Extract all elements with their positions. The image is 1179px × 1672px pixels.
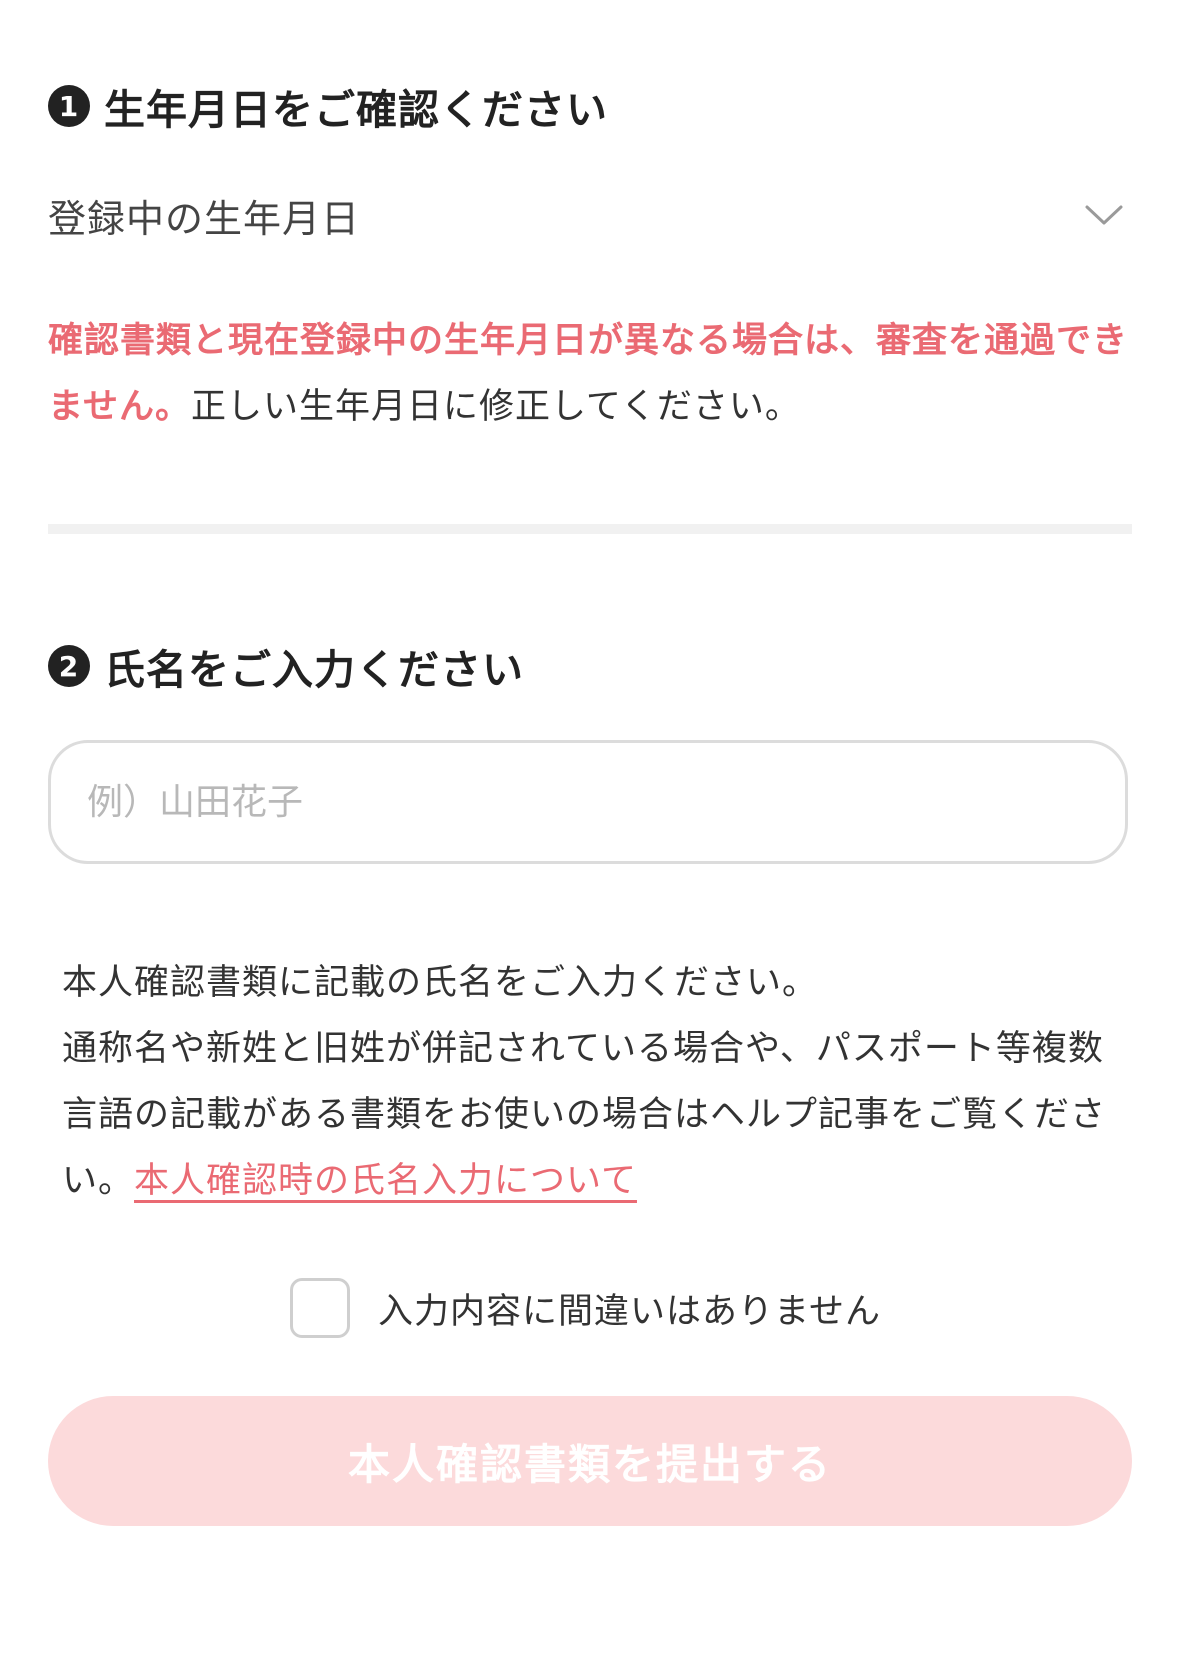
name-input-help-link[interactable]: 本人確認時の氏名入力について [134, 1161, 637, 1201]
name-help-detail: 通称名や新姓と旧姓が併記されている場合や、パスポート等複数言語の記載がある書類を… [62, 1016, 1122, 1214]
birthdate-dropdown-label: 登録中の生年月日 [48, 196, 361, 241]
section-title-birthdate: 1 生年月日をご確認ください [48, 76, 608, 136]
number-one-circle-icon: 1 [48, 85, 90, 127]
number-two-circle-icon: 2 [48, 645, 90, 687]
birthdate-warning-instruction: 正しい生年月日に修正してください。 [190, 387, 801, 427]
name-help-line: 本人確認書類に記載の氏名をご入力ください。 [62, 963, 819, 1003]
section-title-text: 生年月日をご確認ください [104, 86, 608, 134]
confirm-checkbox-row[interactable]: 入力内容に間違いはありません [290, 1278, 881, 1338]
id-verification-page: 1 生年月日をご確認ください 登録中の生年月日 確認書類と現在登録中の生年月日が… [0, 0, 1179, 1672]
name-help-text: 本人確認書類に記載の氏名をご入力ください。 通称名や新姓と旧姓が併記されている場… [62, 950, 1122, 1214]
section-divider [48, 524, 1132, 534]
section-title-name: 2 氏名をご入力ください [48, 636, 524, 696]
birthdate-warning: 確認書類と現在登録中の生年月日が異なる場合は、審査を通過できません。正しい生年月… [48, 308, 1138, 440]
confirm-checkbox[interactable] [290, 1278, 350, 1338]
birthdate-dropdown[interactable]: 登録中の生年月日 [48, 180, 1130, 250]
confirm-checkbox-label: 入力内容に間違いはありません [378, 1291, 881, 1332]
section-title-text: 氏名をご入力ください [104, 646, 524, 694]
full-name-input[interactable] [48, 740, 1128, 864]
chevron-down-icon [1084, 195, 1124, 235]
submit-id-documents-button[interactable]: 本人確認書類を提出する [48, 1396, 1132, 1526]
